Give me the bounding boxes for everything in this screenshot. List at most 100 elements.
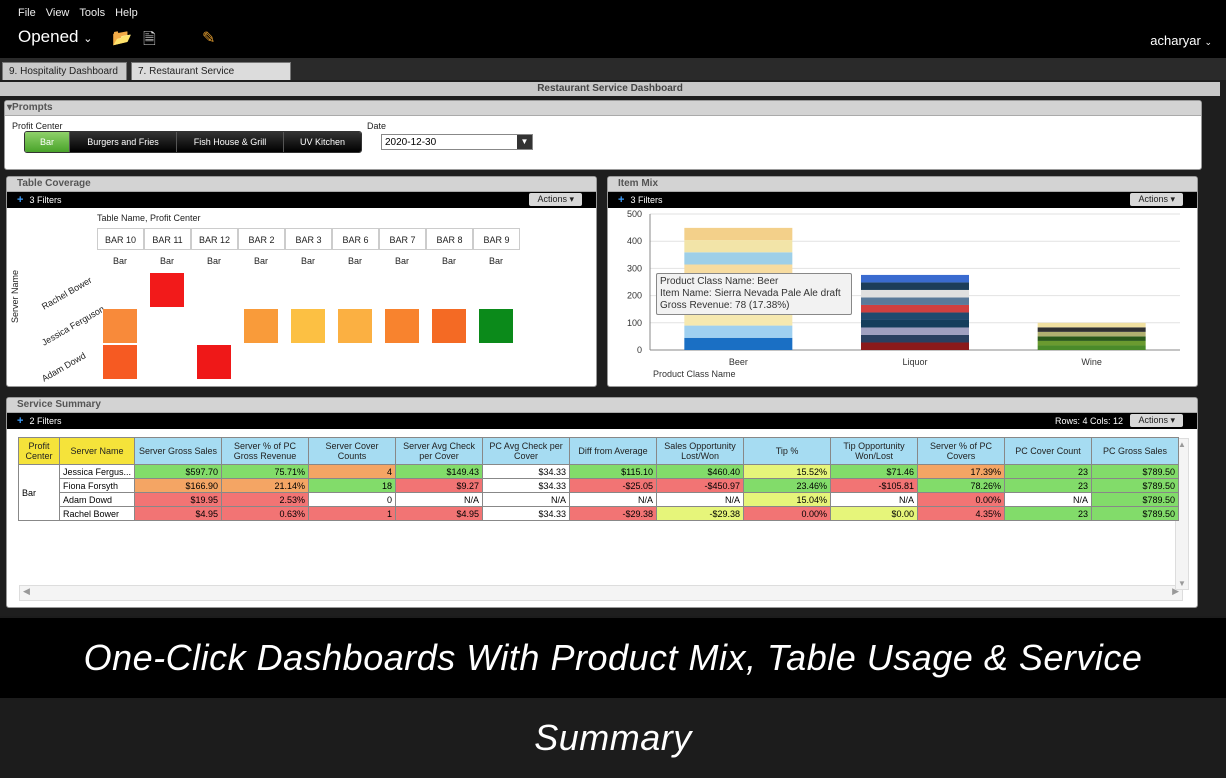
x-tick-label: Liquor	[902, 357, 927, 367]
filter-count[interactable]: 3 Filters	[630, 195, 662, 205]
data-cell: $789.50	[1091, 492, 1180, 507]
bar-segment[interactable]	[684, 227, 793, 241]
column-header[interactable]: PC Avg Check per Cover	[482, 437, 571, 465]
open-folder-icon[interactable]: 📂	[112, 28, 132, 48]
table-column-header: BAR 10	[97, 228, 144, 250]
coverage-cell[interactable]	[385, 309, 419, 343]
bar-segment[interactable]	[861, 334, 969, 343]
data-cell: N/A	[830, 492, 919, 507]
bar-segment[interactable]	[861, 297, 969, 305]
coverage-cell[interactable]	[103, 309, 137, 343]
coverage-cell[interactable]	[291, 309, 325, 343]
bar-segment[interactable]	[1037, 327, 1146, 332]
column-header[interactable]: Tip Opportunity Won/Lost	[830, 437, 919, 465]
user-menu[interactable]: acharyar ⌄	[1150, 33, 1212, 48]
bar-segment[interactable]	[861, 282, 969, 290]
pencil-icon[interactable]: ✎	[202, 28, 215, 48]
prompts-header[interactable]: ▾Prompts	[5, 101, 1201, 116]
coverage-cell[interactable]	[338, 309, 372, 343]
table-row[interactable]: Fiona Forsyth $166.90 21.14% 18 $9.27 $34.33-…	[19, 478, 1180, 493]
tab-hospitality-dashboard[interactable]: 9. Hospitality Dashboard✕	[2, 62, 127, 94]
actions-button[interactable]: Actions ▾	[1130, 193, 1183, 206]
column-header[interactable]: Server Gross Sales	[134, 437, 223, 465]
chevron-down-icon: ⌄	[83, 33, 93, 45]
profit-center-option-fish-house[interactable]: Fish House & Grill	[176, 132, 283, 152]
add-filter-icon[interactable]: +	[17, 194, 23, 206]
bar-segment[interactable]	[684, 337, 793, 350]
scroll-down-icon[interactable]: ▼	[1178, 579, 1186, 588]
coverage-cell[interactable]	[479, 309, 513, 343]
coverage-cell[interactable]	[103, 345, 137, 379]
menu-bar: File View Tools Help	[18, 7, 138, 19]
column-header[interactable]: Tip %	[743, 437, 832, 465]
column-header[interactable]: Diff from Average	[569, 437, 658, 465]
profit-center-option-uv-kitchen[interactable]: UV Kitchen	[283, 132, 361, 152]
actions-button[interactable]: Actions ▾	[529, 193, 582, 206]
bar-segment[interactable]	[861, 327, 969, 335]
bar-segment[interactable]	[684, 325, 793, 338]
opened-dropdown[interactable]: Opened ⌄	[18, 27, 92, 47]
column-header[interactable]: Profit Center	[18, 437, 60, 465]
horizontal-scrollbar[interactable]: ◀ ▶	[19, 585, 1183, 601]
bar-segment[interactable]	[1037, 345, 1146, 350]
profit-center-subheader: Bar	[206, 256, 221, 266]
table-column-header: BAR 11	[144, 228, 191, 250]
bar-segment[interactable]	[861, 312, 969, 320]
profit-center-option-bar[interactable]: Bar	[25, 132, 69, 152]
add-filter-icon[interactable]: +	[618, 194, 624, 206]
table-row[interactable]: Rachel Bower $4.95 0.63% 1 $4.95 $34.33 -$29.3…	[19, 506, 1180, 521]
bar-segment[interactable]	[861, 319, 969, 328]
scroll-up-icon[interactable]: ▲	[1178, 440, 1186, 449]
data-cell: $4.95	[134, 506, 223, 521]
menu-view[interactable]: View	[46, 7, 70, 19]
menu-file[interactable]: File	[18, 7, 36, 19]
column-header[interactable]: PC Gross Sales	[1091, 437, 1180, 465]
service-summary-title: Service Summary	[7, 398, 1197, 413]
table-row[interactable]: Adam Dowd $19.95 2.53% 0 N/A N/A N/A N/A 15.04% N…	[19, 492, 1180, 507]
data-cell: $19.95	[134, 492, 223, 507]
menu-tools[interactable]: Tools	[79, 7, 105, 19]
add-filter-icon[interactable]: +	[17, 415, 23, 427]
column-header[interactable]: PC Cover Count	[1004, 437, 1093, 465]
bar-segment[interactable]	[684, 240, 793, 253]
table-row[interactable]: Bar Jessica Fergus... $597.70 75.71% 4 $149.4…	[18, 464, 1180, 521]
filter-count[interactable]: 3 Filters	[29, 195, 61, 205]
profit-center-option-burgers[interactable]: Burgers and Fries	[69, 132, 176, 152]
coverage-cell[interactable]	[432, 309, 466, 343]
scroll-left-icon[interactable]: ◀	[23, 586, 30, 597]
data-cell: $34.33	[482, 464, 571, 479]
column-header[interactable]: Server Avg Check per Cover	[395, 437, 484, 465]
bar-segment[interactable]	[684, 252, 793, 265]
profit-center-subheader: Bar	[394, 256, 409, 266]
bar-segment[interactable]	[1037, 331, 1146, 337]
bar-segment[interactable]	[684, 313, 793, 326]
bar-segment[interactable]	[861, 342, 969, 350]
data-cell: 0.00%	[917, 492, 1006, 507]
bar-segment[interactable]	[861, 289, 969, 298]
bar-segment[interactable]	[1037, 340, 1146, 346]
actions-button[interactable]: Actions ▾	[1130, 414, 1183, 427]
column-header[interactable]: Server Name	[58, 437, 136, 465]
bar-segment[interactable]	[861, 274, 969, 283]
menu-help[interactable]: Help	[115, 7, 138, 19]
data-cell: 18	[308, 478, 397, 493]
data-cell: 0	[308, 492, 397, 507]
service-summary-table: Profit Center Server Name Server Gross Sal…	[18, 437, 1180, 521]
column-header[interactable]: Sales Opportunity Lost/Won	[656, 437, 745, 465]
dropdown-arrow-icon[interactable]: ▼	[517, 135, 532, 149]
coverage-cell[interactable]	[197, 345, 231, 379]
bar-segment[interactable]	[1037, 336, 1146, 341]
bar-segment[interactable]	[861, 304, 969, 313]
coverage-cell[interactable]	[150, 273, 184, 307]
bar-segment[interactable]	[1037, 322, 1146, 328]
data-cell: N/A	[395, 492, 484, 507]
column-header[interactable]: Server % of PC Covers	[917, 437, 1006, 465]
filter-count[interactable]: 2 Filters	[29, 416, 61, 426]
new-document-icon[interactable]: 🗎	[143, 28, 156, 55]
date-select[interactable]: 2020-12-30 ▼	[381, 134, 533, 150]
column-header[interactable]: Server Cover Counts	[308, 437, 397, 465]
tab-restaurant-service-dashboard[interactable]: 7. Restaurant Service Dashboard✕	[131, 62, 291, 95]
coverage-cell[interactable]	[244, 309, 278, 343]
column-header[interactable]: Server % of PC Gross Revenue	[221, 437, 310, 465]
data-cell: -$29.38	[656, 506, 745, 521]
